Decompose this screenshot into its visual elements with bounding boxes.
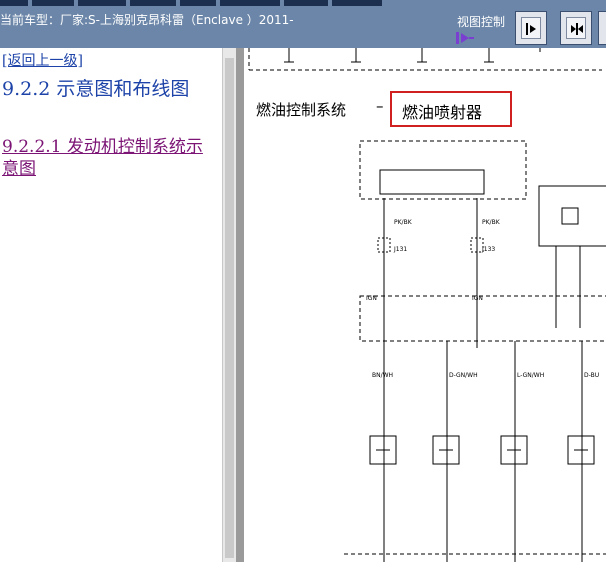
expand-right-button[interactable] [515, 11, 547, 45]
view-control-label: 视图控制 [457, 15, 506, 29]
split-view-icon [566, 17, 586, 39]
svg-text:J131: J131 [393, 246, 407, 253]
nav-scrollbar[interactable] [222, 48, 237, 562]
expand-right-icon [521, 17, 541, 39]
svg-text:J133: J133 [481, 246, 495, 253]
split-view-button[interactable] [560, 11, 592, 45]
title-separator: – [376, 97, 384, 115]
diagram-pane: BN/WH D-GN/WH L-GN/WH D-BU PK/BK PK/BK J131 J… [244, 48, 606, 562]
back-link[interactable]: [返回上一级] [2, 50, 83, 70]
subsection-link[interactable]: 9.2.2.1 发动机控制系统示意图 [2, 136, 214, 180]
current-vehicle-label: 当前车型：厂家:S-上海别克昂科雷（Enclave ）2011- [0, 13, 294, 27]
component-highlight-box: 燃油喷射器 [390, 91, 512, 127]
title-bar: 当前车型：厂家:S-上海别克昂科雷（Enclave ）2011- 视图控制 [0, 0, 606, 48]
svg-text:BN/WH: BN/WH [372, 372, 393, 379]
system-label: 燃油控制系统 [256, 101, 347, 119]
view-control-icon [456, 32, 474, 44]
scrollbar-thumb[interactable] [225, 58, 234, 558]
svg-text:D-GN/WH: D-GN/WH [449, 372, 478, 379]
svg-text:PK/BK: PK/BK [394, 219, 413, 226]
pane-splitter[interactable] [236, 48, 244, 562]
section-title: 9.2.2 示意图和布线图 [2, 78, 190, 100]
svg-text:D-BU: D-BU [584, 372, 599, 379]
nav-pane: [返回上一级] 9.2.2 示意图和布线图 9.2.2.1 发动机控制系统示意图 [0, 48, 222, 562]
svg-text:PK/BK: PK/BK [482, 219, 501, 226]
component-label: 燃油喷射器 [402, 103, 483, 122]
svg-text:IGN: IGN [472, 295, 483, 302]
tab-strip [0, 0, 606, 6]
expand-left-button[interactable] [598, 11, 606, 45]
svg-text:L-GN/WH: L-GN/WH [517, 372, 544, 379]
svg-text:IGN: IGN [366, 295, 377, 302]
